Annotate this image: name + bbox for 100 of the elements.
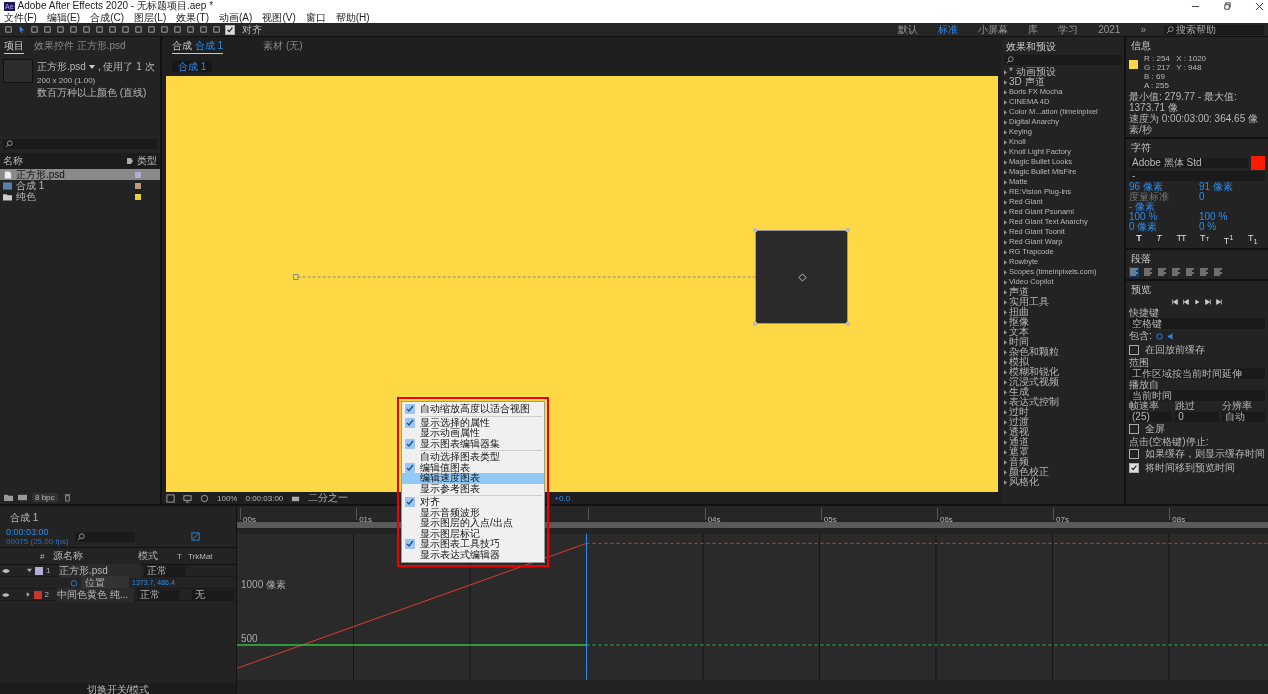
restore-icon[interactable] — [1223, 1, 1232, 11]
menu-item[interactable]: 显示动画属性 — [402, 428, 544, 439]
align-icon[interactable] — [1199, 267, 1209, 277]
panel-title[interactable]: 预览 — [1129, 282, 1265, 298]
menu-item[interactable]: 显示表达式编辑器 — [402, 549, 544, 560]
menu-item[interactable]: 动画(A) — [219, 12, 253, 23]
next-frame-icon[interactable] — [1204, 298, 1212, 306]
eye-icon[interactable] — [2, 567, 10, 574]
resize-handle[interactable] — [753, 227, 758, 232]
resize-handle[interactable] — [846, 321, 851, 326]
trash-icon[interactable] — [62, 492, 72, 502]
menu-item[interactable]: 显示图层标记 — [402, 528, 544, 539]
shortcut-dropdown[interactable]: 空格键 — [1129, 318, 1265, 329]
align-icon[interactable] — [1185, 267, 1195, 277]
workspace-tab[interactable]: 小屏幕 — [970, 22, 1017, 37]
effect-category[interactable]: 颜色校正 — [1009, 467, 1049, 477]
composition-icon[interactable] — [18, 492, 27, 502]
tsume-field[interactable]: 0 % — [1199, 222, 1265, 232]
checkbox[interactable] — [225, 24, 235, 35]
monitor-icon[interactable] — [183, 493, 192, 503]
fill-color-swatch[interactable] — [1251, 156, 1265, 170]
frame-rate-dropdown[interactable]: (25) — [1129, 412, 1173, 422]
resize-handle[interactable] — [846, 227, 851, 232]
resolution-dropdown[interactable]: 二分之一 — [308, 491, 349, 505]
project-item[interactable]: 纯色 — [0, 191, 160, 202]
checkbox[interactable] — [1129, 424, 1139, 434]
menu-item[interactable]: 编辑(E) — [46, 12, 81, 23]
arrow-icon[interactable] — [17, 25, 26, 34]
label-swatch[interactable] — [35, 566, 43, 575]
panel-title[interactable]: 字符 — [1129, 140, 1265, 156]
workspace-tab[interactable]: 默认 — [890, 22, 927, 37]
effect-category[interactable]: 3D 声道 — [1009, 77, 1045, 87]
effect-category[interactable]: 实用工具 — [1009, 297, 1049, 307]
effect-category[interactable]: 过渡 — [1009, 417, 1029, 427]
menu-item[interactable]: 显示图表编辑器集 — [402, 438, 544, 449]
resolution-dropdown[interactable]: 自动 — [1221, 412, 1265, 422]
align-icon[interactable] — [1129, 267, 1139, 277]
layer-name[interactable]: 正方形.psd — [59, 563, 141, 578]
baseline-shift-field[interactable]: 0 像素 — [1129, 222, 1195, 232]
expand-arrow-icon[interactable] — [27, 568, 32, 573]
font-size-field[interactable]: 96 像素 — [1129, 182, 1195, 192]
search-field[interactable]: 搜索帮助 — [1164, 24, 1264, 35]
menu-item[interactable]: 文件(F) — [4, 12, 37, 23]
stroke-width-field[interactable]: - 像素 — [1129, 202, 1195, 212]
eye-icon[interactable] — [2, 591, 10, 598]
menu-item[interactable]: 效果(T) — [176, 12, 210, 23]
menu-item[interactable]: 窗口 — [305, 12, 326, 23]
effect-category[interactable]: 文本 — [1009, 327, 1029, 337]
tracking-field[interactable]: 0 — [1199, 192, 1265, 202]
zoom-dropdown[interactable]: 100% — [217, 493, 238, 503]
menu-item[interactable]: 显示选择的属性 — [402, 417, 544, 428]
effect-category[interactable]: 音频 — [1009, 457, 1029, 467]
search-field[interactable] — [3, 139, 157, 149]
align-icon[interactable] — [1143, 267, 1153, 277]
vertical-scale-field[interactable]: 100 % — [1129, 212, 1195, 222]
menu-item[interactable]: 编辑速度图表 — [402, 473, 544, 484]
workspace-tab[interactable]: 标准 — [930, 22, 967, 37]
effect-category[interactable]: 风格化 — [1009, 477, 1039, 487]
text-style-button[interactable]: T$_{1}$ — [1247, 233, 1259, 246]
play-icon[interactable] — [1193, 298, 1201, 306]
bit-depth[interactable]: 8 bpc — [32, 492, 58, 502]
column-header[interactable]: 名称 — [3, 154, 123, 168]
search-field[interactable] — [74, 531, 135, 542]
label-swatch[interactable] — [34, 590, 42, 599]
align-icon[interactable] — [1213, 267, 1223, 277]
folder-icon[interactable] — [4, 492, 13, 502]
first-frame-icon[interactable] — [1171, 298, 1179, 306]
menu-item[interactable]: 合成(C) — [90, 12, 124, 23]
leading-field[interactable]: 91 像素 — [1199, 182, 1265, 192]
font-dropdown[interactable]: Adobe 黑体 Std — [1129, 158, 1248, 168]
text-style-button[interactable]: Tт — [1199, 233, 1211, 246]
search-field[interactable] — [1004, 55, 1122, 65]
close-icon[interactable] — [1255, 1, 1264, 11]
mode-dropdown[interactable]: 正常 — [136, 589, 179, 600]
caret-icon[interactable] — [88, 64, 95, 70]
font-style-dropdown[interactable]: - — [1129, 171, 1265, 181]
time-display[interactable]: 0:00:03:00 — [245, 493, 284, 503]
composition-tab[interactable]: 合成 1 — [172, 61, 213, 72]
panel-title[interactable]: 段落 — [1129, 251, 1265, 267]
panel-tab[interactable]: 效果控件 正方形.psd — [34, 39, 126, 54]
project-item[interactable]: 正方形.psd — [0, 169, 160, 180]
effect-category[interactable]: 透视 — [1009, 427, 1029, 437]
timeline-tab[interactable]: 合成 1 — [10, 512, 39, 523]
align-icon[interactable] — [1171, 267, 1181, 277]
menu-item[interactable]: 帮助(H) — [335, 12, 370, 23]
grid-icon[interactable] — [166, 493, 175, 503]
menu-item[interactable]: 对齐 — [402, 497, 544, 508]
workspace-tab[interactable]: 2021 — [1090, 24, 1129, 35]
project-item[interactable]: 合成 1 — [0, 180, 160, 191]
graph-editor-icon[interactable] — [190, 532, 200, 541]
anchor-point-icon[interactable] — [797, 272, 807, 282]
exposure-value[interactable]: +0.0 — [554, 493, 571, 503]
menu-item[interactable]: 自动选择图表类型 — [402, 452, 544, 463]
mask-icon[interactable] — [200, 493, 209, 503]
viewer-tab[interactable]: 合成 合成 1 — [172, 39, 224, 54]
current-time[interactable]: 0:00:03:00 — [6, 527, 69, 537]
play-from-dropdown[interactable]: 当前时间 — [1129, 390, 1265, 401]
last-frame-icon[interactable] — [1215, 298, 1223, 306]
label-icon[interactable] — [126, 157, 134, 165]
column-header[interactable]: 类型 — [137, 154, 157, 168]
